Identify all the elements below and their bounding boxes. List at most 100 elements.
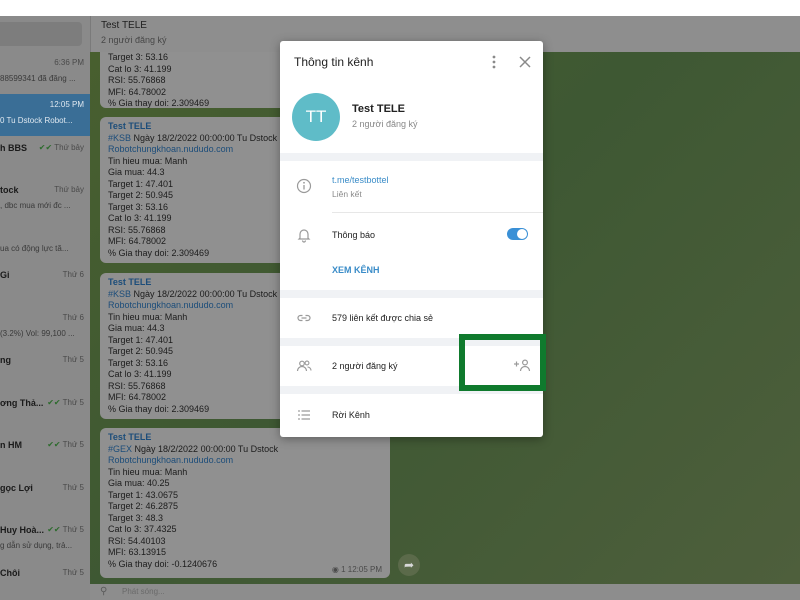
chat-list: 6:36 PM 88599341 đã đăng ... 12:05 PM 0 Tu … bbox=[0, 16, 90, 600]
chat-time: ✔✔ Thứ 5 bbox=[47, 440, 84, 449]
chat-time: Thứ bảy bbox=[54, 185, 84, 194]
chat-time-text: Thứ 6 bbox=[62, 270, 84, 279]
message-line: RSI: 54.40103 bbox=[108, 535, 166, 546]
message-bubble[interactable]: Test TELE #GEX Ngày 18/2/2022 00:00:00 Tu… bbox=[100, 428, 390, 578]
forward-icon[interactable]: ➦ bbox=[398, 554, 420, 576]
chat-time: Thứ 6 bbox=[63, 313, 84, 322]
chat-preview: (3.2%) Vol: 99,100 ... bbox=[0, 329, 75, 338]
chat-time: ✔✔ Thứ bảy bbox=[39, 143, 84, 152]
chat-preview: g dẫn sử dụng, trả... bbox=[0, 541, 73, 550]
read-check-icon: ✔✔ bbox=[47, 398, 61, 407]
composer-placeholder: Phát sóng... bbox=[122, 587, 165, 596]
chat-time-text: Thứ 5 bbox=[62, 525, 84, 534]
chat-list-item[interactable]: n HM ✔✔ Thứ 5 bbox=[0, 434, 90, 476]
view-count: 1 bbox=[341, 565, 346, 574]
chat-time: Thứ 5 bbox=[63, 355, 84, 364]
chat-title: Test TELE bbox=[101, 20, 147, 31]
message-line: Gia mua: 40.25 bbox=[108, 478, 170, 488]
hashtag-link[interactable]: #KSB bbox=[108, 289, 131, 299]
more-vertical-icon[interactable] bbox=[487, 54, 501, 70]
chat-list-item[interactable]: ua có động lực tă... bbox=[0, 222, 90, 264]
hashtag-link[interactable]: #GEX bbox=[108, 444, 132, 454]
message-line: Cat lo 3: 37.4325 bbox=[108, 524, 177, 534]
message-composer[interactable]: ⚲ Phát sóng... bbox=[90, 584, 800, 600]
section-separator bbox=[280, 290, 543, 298]
subscribers-item[interactable]: 2 người đăng ký bbox=[332, 361, 397, 371]
chat-list-item[interactable]: ơng Thả... ✔✔ Thứ 5 bbox=[0, 392, 90, 434]
chat-list-item[interactable]: Huy Hoà... ✔✔ Thứ 5 g dẫn sử dụng, trả... bbox=[0, 519, 90, 561]
divider bbox=[332, 212, 543, 213]
chat-list-item[interactable]: Thứ 6 (3.2%) Vol: 99,100 ... bbox=[0, 307, 90, 349]
notifications-toggle[interactable] bbox=[507, 228, 528, 240]
message-time: 12:05 PM bbox=[347, 565, 382, 574]
chat-list-item[interactable]: 6:36 PM 88599341 đã đăng ... bbox=[0, 52, 90, 94]
chat-name: Gi bbox=[0, 270, 10, 280]
chat-name: h BBS bbox=[0, 143, 27, 153]
read-check-icon: ✔✔ bbox=[47, 525, 61, 534]
chat-name: ng bbox=[0, 355, 11, 365]
chat-time: 6:36 PM bbox=[54, 58, 84, 67]
channel-link[interactable]: t.me/testbottel bbox=[332, 175, 389, 185]
channel-subscriber-count: 2 người đăng ký bbox=[352, 119, 418, 129]
bell-icon bbox=[297, 229, 311, 243]
chat-list-item[interactable]: Chôi Thứ 5 bbox=[0, 562, 90, 600]
chat-list-item[interactable]: ng Thứ 5 bbox=[0, 349, 90, 391]
info-icon bbox=[296, 178, 312, 194]
chat-time-text: Thứ 5 bbox=[62, 568, 84, 577]
chat-list-item[interactable]: gọc Lợi Thứ 5 bbox=[0, 477, 90, 519]
link-icon bbox=[297, 314, 311, 322]
view-channel-button[interactable]: XEM KÊNH bbox=[332, 265, 380, 275]
section-separator bbox=[280, 153, 543, 161]
toggle-knob bbox=[517, 229, 527, 239]
chat-name: n HM bbox=[0, 440, 22, 450]
chat-time: 12:05 PM bbox=[50, 100, 84, 109]
message-line: Target 2: 46.2875 bbox=[108, 501, 179, 511]
highlight-box bbox=[459, 334, 546, 391]
chat-time-text: Thứ 5 bbox=[62, 483, 84, 492]
shared-links-item[interactable]: 579 liên kết được chia sẻ bbox=[332, 313, 433, 323]
hashtag-link[interactable]: #KSB bbox=[108, 133, 131, 143]
message-meta: ◉ 1 12:05 PM bbox=[332, 565, 382, 574]
channel-name: Test TELE bbox=[352, 103, 405, 115]
chat-preview: , dbc mua mới đc ... bbox=[0, 201, 71, 210]
chat-time: Thứ 6 bbox=[63, 270, 84, 279]
attach-icon[interactable]: ⚲ bbox=[100, 586, 107, 597]
message-link[interactable]: Robotchungkhoan.nududo.com bbox=[108, 455, 382, 467]
chat-name: Huy Hoà... bbox=[0, 525, 45, 535]
chat-time: ✔✔ Thứ 5 bbox=[47, 398, 84, 407]
chat-name: ơng Thả... bbox=[0, 398, 44, 408]
chat-name: Chôi bbox=[0, 568, 20, 578]
chat-preview: 0 Tu Dstock Robot... bbox=[0, 116, 73, 125]
message-line: Tin hieu mua: Manh bbox=[108, 466, 188, 477]
chat-time: Thứ 5 bbox=[63, 483, 84, 492]
chat-preview: 88599341 đã đăng ... bbox=[0, 74, 76, 83]
message-headline: #GEX Ngày 18/2/2022 00:00:00 Tu Dstock bbox=[108, 444, 382, 456]
read-check-icon: ✔✔ bbox=[38, 143, 53, 152]
chat-time-text: Thứ bảy bbox=[54, 143, 84, 152]
close-icon[interactable] bbox=[518, 54, 532, 70]
chat-list-item[interactable]: 12:05 PM 0 Tu Dstock Robot... bbox=[0, 94, 90, 136]
top-strip bbox=[0, 0, 800, 16]
chat-time-text: 12:05 PM bbox=[49, 100, 84, 109]
search-input[interactable] bbox=[0, 22, 82, 46]
chat-list-item[interactable]: Gi Thứ 6 bbox=[0, 264, 90, 306]
avatar: TT bbox=[292, 93, 340, 141]
chat-time-text: Thứ 5 bbox=[62, 398, 84, 407]
dialog-title: Thông tin kênh bbox=[294, 55, 374, 69]
chat-subtitle: 2 người đăng ký bbox=[101, 35, 167, 45]
chat-time-text: 6:36 PM bbox=[54, 58, 84, 67]
message-headline-text: Ngày 18/2/2022 00:00:00 Tu Dstock bbox=[131, 288, 278, 299]
read-check-icon: ✔✔ bbox=[47, 440, 61, 449]
users-icon bbox=[296, 360, 312, 372]
leave-channel-button[interactable]: Rời Kênh bbox=[332, 410, 370, 420]
chat-time-text: Thứ 5 bbox=[62, 355, 84, 364]
chat-preview: ua có động lực tă... bbox=[0, 244, 69, 253]
chat-list-item[interactable]: h BBS ✔✔ Thứ bảy bbox=[0, 137, 90, 179]
chat-time: Thứ 5 bbox=[63, 568, 84, 577]
chat-time-text: Thứ 6 bbox=[62, 313, 84, 322]
chat-list-item[interactable]: tock Thứ bảy , dbc mua mới đc ... bbox=[0, 179, 90, 221]
list-icon bbox=[298, 410, 310, 420]
views-icon: ◉ bbox=[331, 565, 342, 574]
chat-time-text: Thứ bảy bbox=[54, 185, 84, 194]
message-line: MFI: 63.13915 bbox=[108, 547, 167, 557]
